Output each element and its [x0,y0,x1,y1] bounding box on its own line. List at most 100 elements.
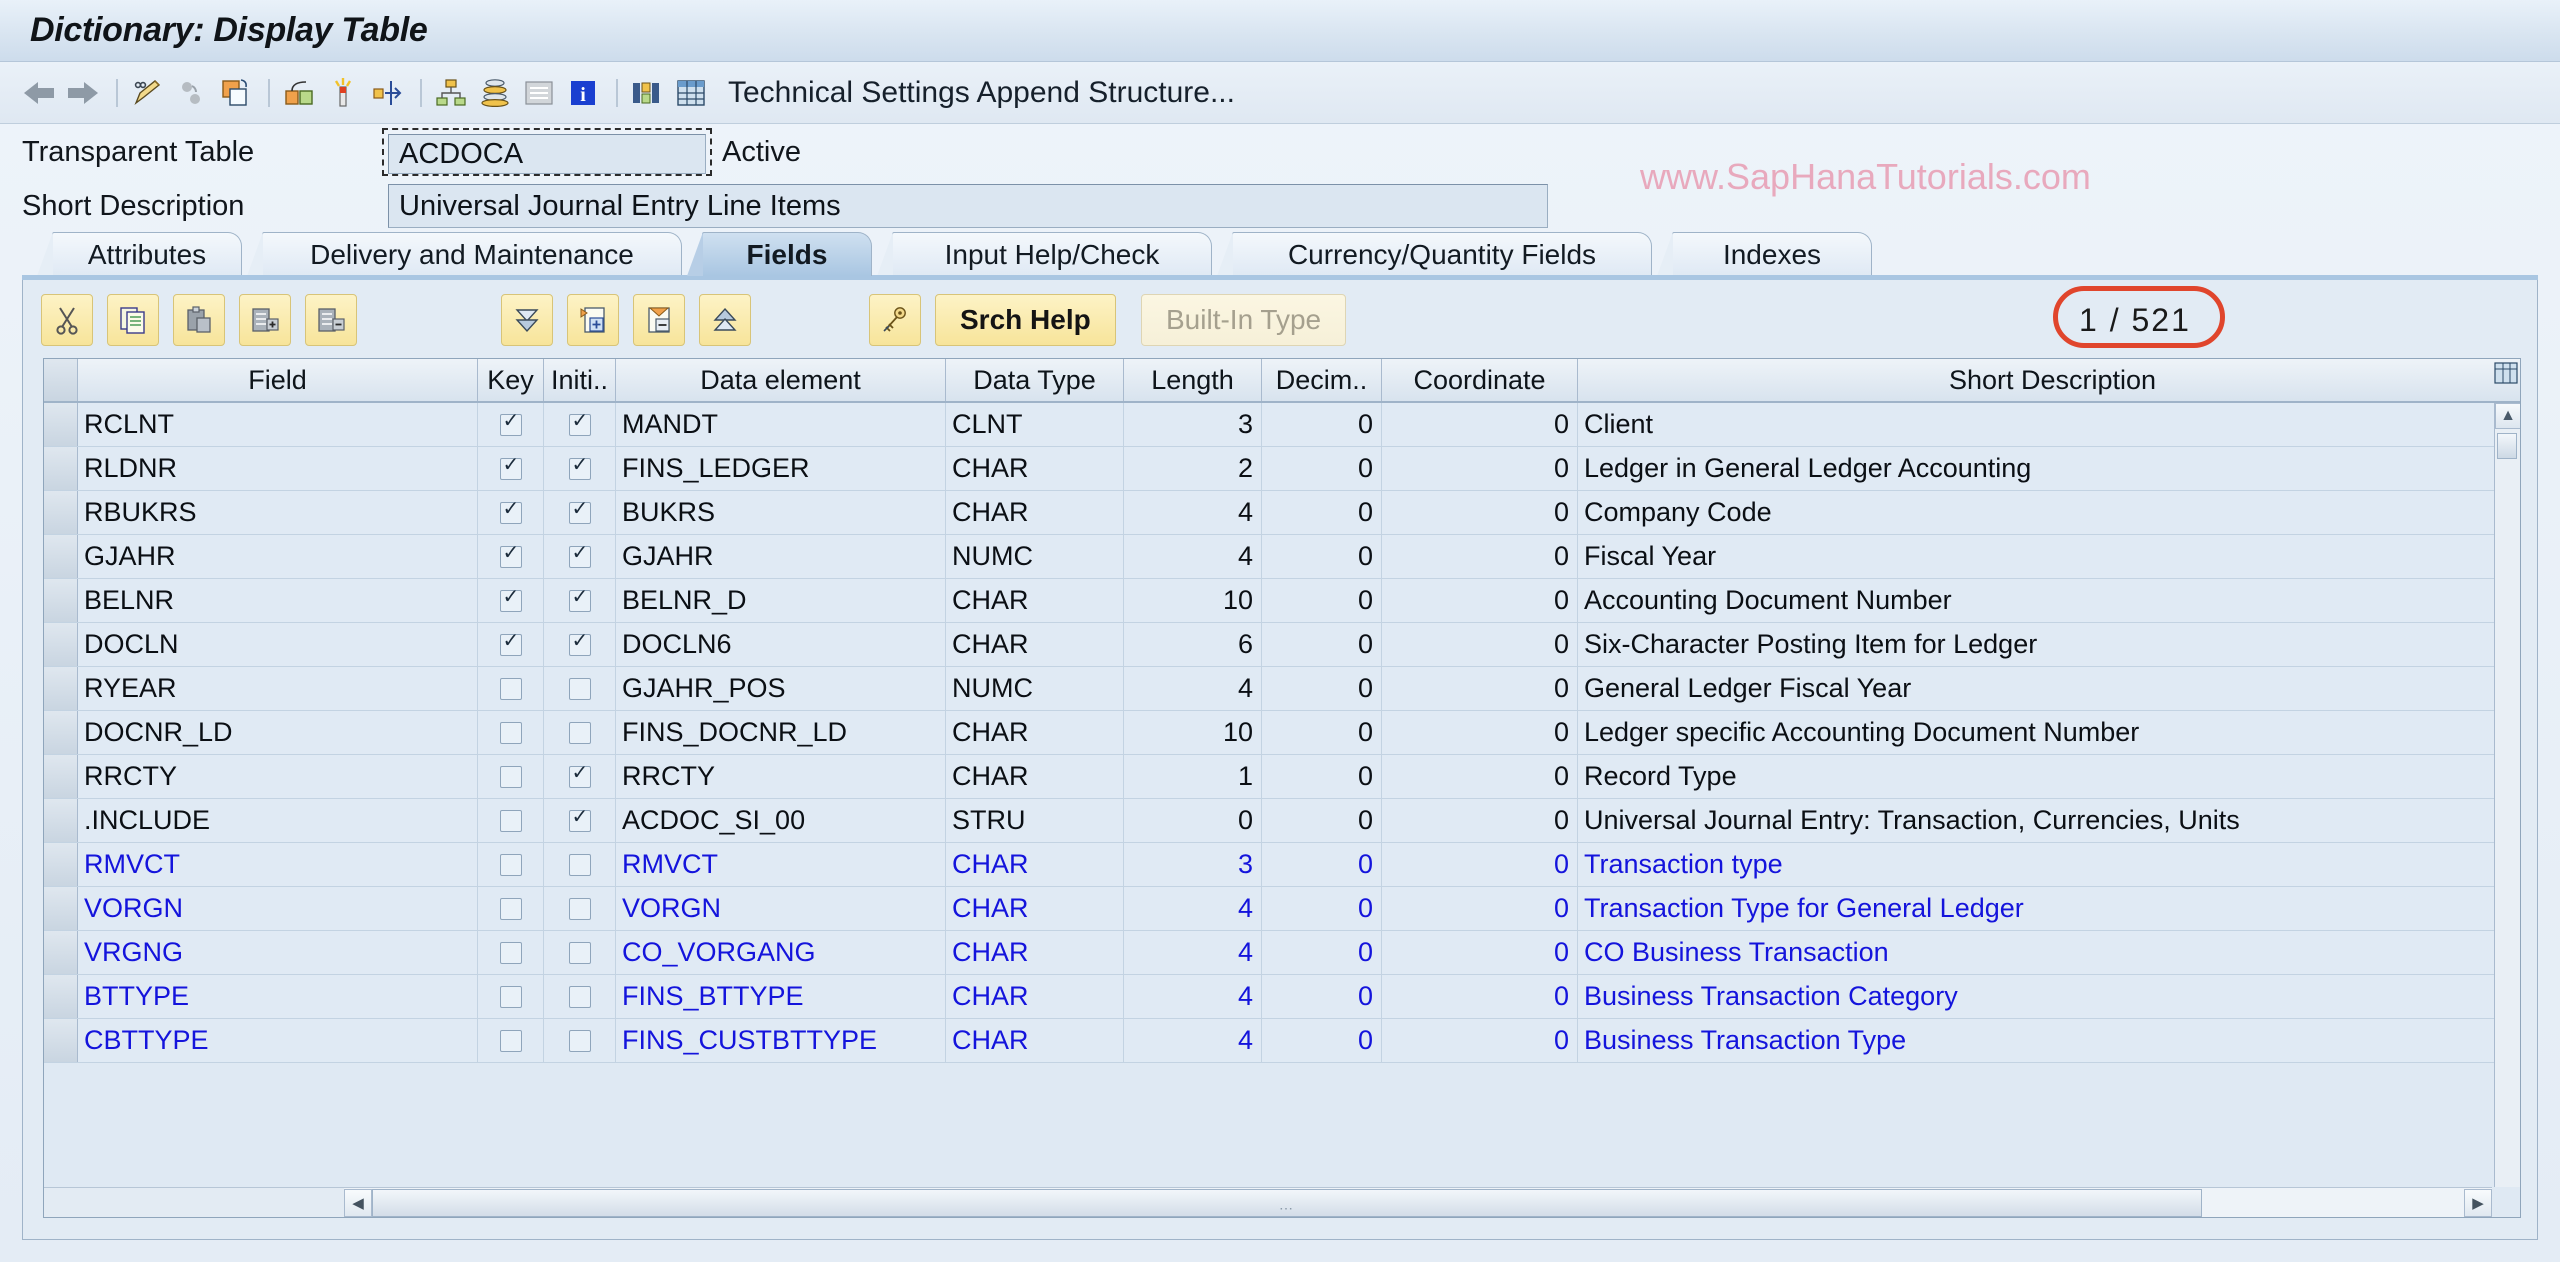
cell-length[interactable]: 3 [1124,403,1262,446]
initial-values-checkbox[interactable] [569,502,591,524]
copy-icon[interactable] [107,294,159,346]
cell-decimals[interactable]: 0 [1262,447,1382,490]
cell-data-type[interactable]: CHAR [946,447,1124,490]
cell-length[interactable]: 1 [1124,755,1262,798]
cell-length[interactable]: 4 [1124,931,1262,974]
cell-data-element[interactable]: RRCTY [616,755,946,798]
cell-field[interactable]: RYEAR [78,667,478,710]
cell-data-element[interactable]: RMVCT [616,843,946,886]
cell-coordinate[interactable]: 0 [1382,1019,1578,1062]
row-select-handle[interactable] [44,535,78,578]
cell-init[interactable] [544,403,616,446]
initial-values-checkbox[interactable] [569,634,591,656]
cell-data-type[interactable]: CHAR [946,623,1124,666]
cell-decimals[interactable]: 0 [1262,491,1382,534]
structure-icon[interactable] [630,76,664,110]
cell-decimals[interactable]: 0 [1262,975,1382,1018]
initial-values-checkbox[interactable] [569,1030,591,1052]
cell-short-description[interactable]: CO Business Transaction [1578,931,2521,974]
key-checkbox[interactable] [500,414,522,436]
initial-values-checkbox[interactable] [569,854,591,876]
cell-data-type[interactable]: CHAR [946,491,1124,534]
column-header-field[interactable]: Field [78,359,478,401]
srch-help-button[interactable]: Srch Help [935,294,1116,346]
cell-short-description[interactable]: Universal Journal Entry: Transaction, Cu… [1578,799,2521,842]
sort-up-icon[interactable] [699,294,751,346]
cell-short-description[interactable]: Business Transaction Type [1578,1019,2521,1062]
grid-horizontal-scrollbar[interactable]: ◀ ⋯ ▶ [344,1187,2492,1217]
column-header-length[interactable]: Length [1124,359,1262,401]
cell-length[interactable]: 10 [1124,711,1262,754]
row-select-handle[interactable] [44,843,78,886]
cell-field[interactable]: RRCTY [78,755,478,798]
cell-key[interactable] [478,535,544,578]
cell-length[interactable]: 0 [1124,799,1262,842]
cell-key[interactable] [478,843,544,886]
cut-icon[interactable] [41,294,93,346]
cell-length[interactable]: 6 [1124,623,1262,666]
row-select-handle[interactable] [44,623,78,666]
cell-init[interactable] [544,843,616,886]
key-checkbox[interactable] [500,942,522,964]
cell-decimals[interactable]: 0 [1262,799,1382,842]
cell-key[interactable] [478,711,544,754]
cell-init[interactable] [544,535,616,578]
cell-coordinate[interactable]: 0 [1382,887,1578,930]
cell-length[interactable]: 4 [1124,491,1262,534]
tab-delivery-and-maintenance[interactable]: Delivery and Maintenance [262,232,682,276]
cell-length[interactable]: 4 [1124,887,1262,930]
tab-input-help-check[interactable]: Input Help/Check [892,232,1212,276]
cell-length[interactable]: 10 [1124,579,1262,622]
row-select-handle[interactable] [44,799,78,842]
row-select-handle[interactable] [44,403,78,446]
cell-key[interactable] [478,755,544,798]
cell-coordinate[interactable]: 0 [1382,623,1578,666]
refresh-icon[interactable] [174,76,208,110]
tab-attributes[interactable]: Attributes [52,232,242,276]
cell-key[interactable] [478,931,544,974]
tab-indexes[interactable]: Indexes [1672,232,1872,276]
key-checkbox[interactable] [500,502,522,524]
key-checkbox[interactable] [500,898,522,920]
tab-fields[interactable]: Fields [702,232,872,276]
cell-data-element[interactable]: MANDT [616,403,946,446]
cell-decimals[interactable]: 0 [1262,755,1382,798]
cell-decimals[interactable]: 0 [1262,579,1382,622]
key-checkbox[interactable] [500,766,522,788]
key-checkbox[interactable] [500,634,522,656]
row-select-handle[interactable] [44,887,78,930]
initial-values-checkbox[interactable] [569,678,591,700]
table-row[interactable]: RCLNTMANDTCLNT300Client [44,403,2520,447]
vertical-scroll-thumb[interactable] [2497,433,2517,459]
cell-data-type[interactable]: CHAR [946,579,1124,622]
column-header-data-element[interactable]: Data element [616,359,946,401]
cell-short-description[interactable]: Ledger specific Accounting Document Numb… [1578,711,2521,754]
cell-key[interactable] [478,447,544,490]
cell-decimals[interactable]: 0 [1262,403,1382,446]
cell-coordinate[interactable]: 0 [1382,843,1578,886]
cell-short-description[interactable]: Record Type [1578,755,2521,798]
cell-init[interactable] [544,975,616,1018]
table-row[interactable]: RYEARGJAHR_POSNUMC400General Ledger Fisc… [44,667,2520,711]
cell-init[interactable] [544,711,616,754]
column-header-initial[interactable]: Initi.. [544,359,616,401]
cell-decimals[interactable]: 0 [1262,931,1382,974]
expand-icon[interactable] [370,76,404,110]
cell-init[interactable] [544,887,616,930]
copy-object-icon[interactable] [218,76,252,110]
horizontal-scroll-track[interactable]: ⋯ [372,1189,2464,1217]
initial-values-checkbox[interactable] [569,766,591,788]
cell-data-type[interactable]: CHAR [946,711,1124,754]
cell-init[interactable] [544,491,616,534]
key-checkbox[interactable] [500,854,522,876]
activate-icon[interactable] [326,76,360,110]
cell-key[interactable] [478,975,544,1018]
row-select-handle[interactable] [44,447,78,490]
remove-row-icon[interactable] [633,294,685,346]
scroll-up-icon[interactable]: ▲ [2495,403,2521,429]
key-checkbox[interactable] [500,590,522,612]
cell-init[interactable] [544,579,616,622]
cell-data-type[interactable]: CHAR [946,1019,1124,1062]
cell-field[interactable]: RMVCT [78,843,478,886]
cell-data-element[interactable]: FINS_DOCNR_LD [616,711,946,754]
